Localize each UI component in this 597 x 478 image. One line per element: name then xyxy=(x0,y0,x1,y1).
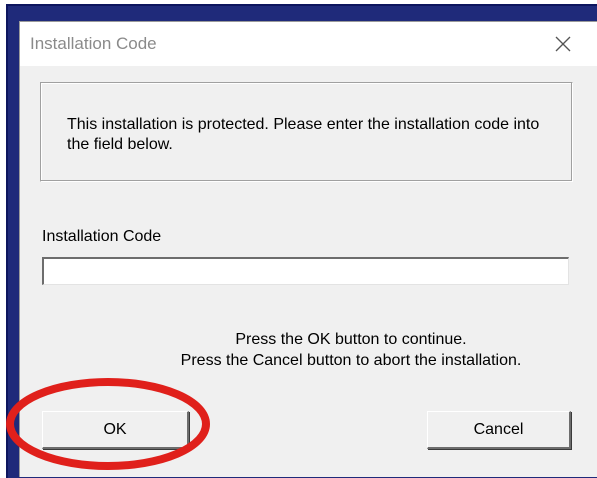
message-group-box: This installation is protected. Please e… xyxy=(40,82,573,182)
title-bar: Installation Code xyxy=(20,22,597,66)
dialog-title: Installation Code xyxy=(30,34,157,53)
cancel-button[interactable]: Cancel xyxy=(427,411,571,449)
instruction-continue: Press the OK button to continue. xyxy=(235,331,467,348)
instructions: Press the OK button to continue. Press t… xyxy=(20,329,597,371)
installation-code-input[interactable] xyxy=(42,257,569,285)
ok-button[interactable]: OK xyxy=(42,411,189,449)
instruction-abort: Press the Cancel button to abort the ins… xyxy=(180,352,522,369)
close-icon xyxy=(555,36,571,52)
installation-code-dialog: Installation Code This installation is p… xyxy=(19,21,597,477)
installation-code-label: Installation Code xyxy=(42,228,162,245)
protection-message: This installation is protected. Please e… xyxy=(67,116,540,153)
close-button[interactable] xyxy=(548,30,578,58)
